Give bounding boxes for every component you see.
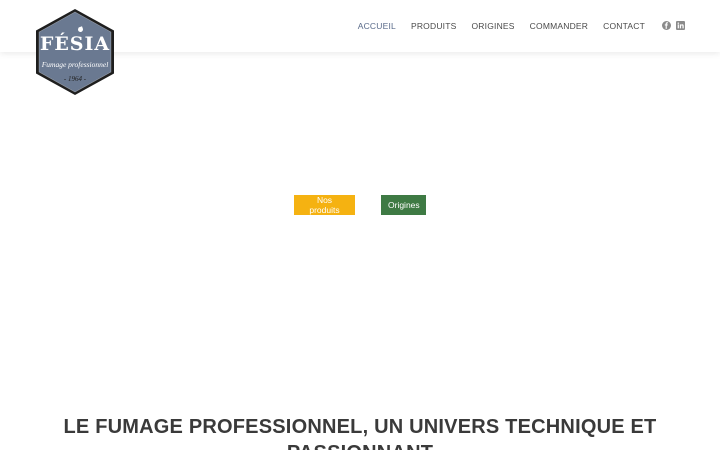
section-title: LE FUMAGE PROFESSIONNEL, UN UNIVERS TECH…	[63, 416, 657, 450]
nav-item-origines[interactable]: ORIGINES	[472, 21, 515, 31]
hero-buttons: Nos produits Origines	[294, 195, 426, 215]
main-nav: ACCUEIL PRODUITS ORIGINES COMMANDER CONT…	[358, 21, 645, 31]
social-links	[662, 21, 685, 30]
facebook-icon[interactable]	[662, 21, 671, 30]
linkedin-icon[interactable]	[676, 21, 685, 30]
nav-item-accueil[interactable]: ACCUEIL	[358, 21, 396, 31]
nav-item-commander[interactable]: COMMANDER	[530, 21, 588, 31]
logo-year: - 1964 -	[63, 75, 87, 83]
brand-logo[interactable]: FÉSIA Fumage professionnel - 1964 -	[34, 8, 116, 96]
logo-tagline: Fumage professionnel	[41, 60, 109, 69]
nav-item-produits[interactable]: PRODUITS	[411, 21, 457, 31]
origins-button[interactable]: Origines	[381, 195, 426, 215]
logo-name: FÉSIA	[39, 33, 111, 55]
products-button[interactable]: Nos produits	[294, 195, 355, 215]
nav-item-contact[interactable]: CONTACT	[603, 21, 645, 31]
